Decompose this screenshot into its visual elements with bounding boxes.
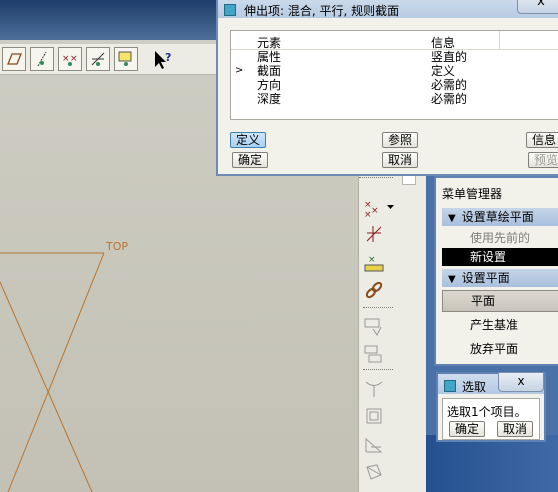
- chain-link-icon[interactable]: [363, 279, 385, 301]
- feature-toolbar: × × × ×: [358, 165, 397, 492]
- current-row-arrow-icon: >: [235, 65, 244, 76]
- datum-point-display-button[interactable]: × ×: [58, 47, 82, 71]
- element-list[interactable]: 元素 信息 属性 竖直的 > 截面 定义 方向 必需的 深度 必需的: [230, 30, 558, 120]
- refer-button[interactable]: 参照: [382, 132, 418, 148]
- collapse-triangle-icon: ▼: [448, 213, 456, 224]
- select-dialog-body: 选取1个项目。 确定 取消: [442, 398, 540, 440]
- row-element: 方向: [257, 78, 282, 92]
- dialog-title: 伸出项: 混合, 平行, 规则截面: [244, 4, 400, 18]
- secondary-toolbar: [396, 165, 426, 492]
- datum-point-tool-icon[interactable]: ×××: [363, 197, 385, 219]
- rib-tool-icon: [365, 437, 383, 453]
- row-element: 属性: [257, 50, 282, 64]
- annotation-icon: [118, 51, 132, 66]
- menu-section-setup-sketch-plane[interactable]: ▼ 设置草绘平面: [442, 208, 558, 226]
- dropdown-arrow-icon[interactable]: [387, 203, 395, 211]
- window-titlebar-background: [0, 0, 230, 40]
- select-ok-button[interactable]: 确定: [449, 421, 485, 437]
- menu-item-use-previous: 使用先前的: [470, 231, 531, 245]
- info-button[interactable]: 信息: [526, 132, 558, 148]
- select-cancel-button[interactable]: 取消: [497, 421, 533, 437]
- menu-item-make-datum[interactable]: 产生基准: [442, 316, 558, 334]
- svg-text:×: ×: [368, 255, 376, 265]
- sketch-tool-icon: [364, 318, 382, 336]
- row-info: 必需的: [431, 92, 468, 106]
- taskbar-area: [426, 435, 558, 492]
- select-dialog: 选取 x 选取1个项目。 确定 取消: [436, 372, 546, 442]
- menu-manager-title: 菜单管理器: [442, 187, 503, 201]
- feature-definition-dialog: 伸出项: 混合, 平行, 规则截面 x 元素 信息 属性 竖直的 > 截面 定义…: [216, 0, 558, 176]
- datum-axis-icon: [37, 51, 47, 67]
- analysis-tool-icon[interactable]: ×: [363, 251, 385, 273]
- table-row[interactable]: 方向 必需的: [231, 78, 558, 92]
- datum-label-top: TOP: [106, 240, 129, 253]
- menu-section-setup-plane[interactable]: ▼ 设置平面: [442, 269, 558, 287]
- menu-manager: 菜单管理器 ▼ 设置草绘平面 使用先前的 新设置 ▼ 设置平面 平面 产生基准 放弃…: [434, 176, 558, 366]
- datum-axis-display-button[interactable]: [30, 47, 54, 71]
- cancel-button[interactable]: 取消: [382, 152, 418, 168]
- select-dialog-title: 选取: [462, 380, 487, 394]
- row-element: 深度: [257, 92, 282, 106]
- row-info: 竖直的: [431, 50, 468, 64]
- collapse-triangle-icon: ▼: [448, 274, 456, 285]
- svg-text:×: ×: [364, 210, 372, 219]
- datum-plane-display-button[interactable]: [2, 47, 26, 71]
- datum-plane-icon: [7, 53, 22, 65]
- dialog-titlebar[interactable]: 伸出项: 混合, 平行, 规则截面: [218, 0, 558, 18]
- annotation-display-button[interactable]: [114, 47, 138, 71]
- table-row[interactable]: 深度 必需的: [231, 92, 558, 106]
- coordinate-system-tool-icon[interactable]: [363, 223, 385, 245]
- mirror-tool-icon: [364, 345, 382, 363]
- define-button[interactable]: 定义: [230, 132, 266, 148]
- row-element: 截面: [257, 64, 282, 78]
- table-row[interactable]: > 截面 定义: [231, 64, 558, 78]
- ok-button[interactable]: 确定: [232, 152, 268, 168]
- svg-text:×: ×: [371, 206, 379, 216]
- dialog-close-button[interactable]: x: [517, 0, 558, 14]
- datum-plane-top[interactable]: [0, 230, 360, 492]
- datum-point-icon: × ×: [62, 54, 78, 66]
- table-row[interactable]: 属性 竖直的: [231, 50, 558, 64]
- svg-text:×: ×: [62, 54, 70, 64]
- coordinate-system-display-button[interactable]: [86, 47, 110, 71]
- svg-text:?: ?: [165, 51, 171, 64]
- select-message: 选取1个项目。: [447, 405, 527, 419]
- menu-item-quit-plane[interactable]: 放弃平面: [442, 340, 558, 358]
- menu-item-new-setup[interactable]: 新设置: [442, 248, 558, 266]
- context-help-icon[interactable]: ?: [152, 49, 174, 71]
- coordinate-system-icon: [91, 52, 105, 66]
- draft-tool-icon: [366, 464, 382, 480]
- preview-button: 预览: [528, 152, 558, 168]
- shell-tool-icon: [366, 408, 382, 424]
- datum-toolbar: × ×: [0, 44, 230, 75]
- menu-item-plane[interactable]: 平面: [442, 290, 558, 312]
- select-dialog-close-button[interactable]: x: [498, 372, 544, 392]
- dialog-app-icon: [444, 380, 456, 392]
- dialog-app-icon: [224, 4, 236, 16]
- row-info: 定义: [431, 64, 456, 78]
- extrude-tool-icon: [365, 381, 383, 397]
- row-info: 必需的: [431, 78, 468, 92]
